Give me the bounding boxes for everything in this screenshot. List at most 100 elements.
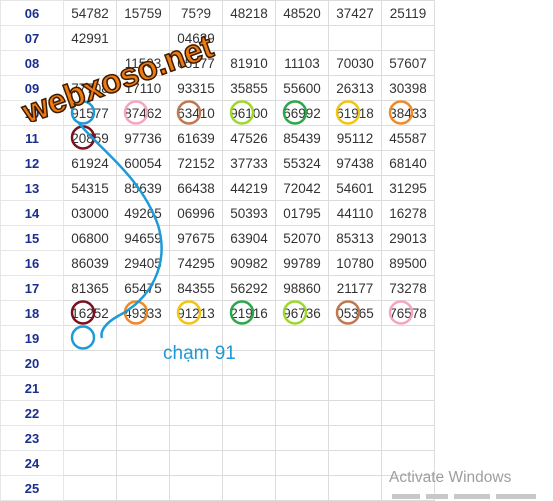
result-cell[interactable] — [275, 425, 329, 451]
result-cell[interactable]: 77708 — [63, 75, 117, 101]
result-cell[interactable]: 76578 — [381, 300, 435, 326]
result-cell[interactable] — [63, 50, 117, 76]
result-cell[interactable]: 54782 — [63, 0, 117, 26]
result-cell[interactable]: 81910 — [222, 50, 276, 76]
result-cell[interactable] — [63, 350, 117, 376]
result-cell[interactable]: 06996 — [169, 200, 223, 226]
result-cell[interactable]: 63904 — [222, 225, 276, 251]
result-cell[interactable]: 21177 — [328, 275, 382, 301]
result-cell[interactable]: 16278 — [381, 200, 435, 226]
result-cell[interactable]: 97438 — [328, 150, 382, 176]
result-cell[interactable] — [381, 425, 435, 451]
result-cell[interactable] — [116, 450, 170, 476]
result-cell[interactable]: 96736 — [275, 300, 329, 326]
result-cell[interactable] — [63, 450, 117, 476]
result-cell[interactable] — [275, 475, 329, 501]
result-cell[interactable]: 42991 — [63, 25, 117, 51]
result-cell[interactable]: 44110 — [328, 200, 382, 226]
result-cell[interactable]: 66438 — [169, 175, 223, 201]
result-cell[interactable]: 97675 — [169, 225, 223, 251]
result-cell[interactable] — [328, 325, 382, 351]
result-cell[interactable]: 98860 — [275, 275, 329, 301]
result-cell[interactable] — [116, 400, 170, 426]
result-cell[interactable] — [328, 425, 382, 451]
result-cell[interactable]: 38433 — [381, 100, 435, 126]
result-cell[interactable] — [222, 450, 276, 476]
result-cell[interactable]: 11503 — [116, 50, 170, 76]
result-cell[interactable]: 81365 — [63, 275, 117, 301]
result-cell[interactable] — [328, 450, 382, 476]
result-cell[interactable] — [328, 25, 382, 51]
result-cell[interactable] — [169, 450, 223, 476]
result-cell[interactable] — [275, 375, 329, 401]
result-cell[interactable]: 25119 — [381, 0, 435, 26]
result-cell[interactable]: 93315 — [169, 75, 223, 101]
result-cell[interactable]: 75?9 — [169, 0, 223, 26]
result-cell[interactable] — [328, 375, 382, 401]
result-cell[interactable] — [169, 425, 223, 451]
result-cell[interactable] — [63, 375, 117, 401]
result-cell[interactable]: 35855 — [222, 75, 276, 101]
result-cell[interactable]: 95112 — [328, 125, 382, 151]
result-cell[interactable]: 86039 — [63, 250, 117, 276]
result-cell[interactable] — [222, 425, 276, 451]
result-cell[interactable] — [116, 350, 170, 376]
result-cell[interactable]: 26313 — [328, 75, 382, 101]
result-cell[interactable]: 55324 — [275, 150, 329, 176]
result-cell[interactable]: 15759 — [116, 0, 170, 26]
result-cell[interactable]: 94659 — [116, 225, 170, 251]
result-cell[interactable] — [275, 325, 329, 351]
result-cell[interactable]: 91577 — [63, 100, 117, 126]
result-cell[interactable]: 70030 — [328, 50, 382, 76]
result-cell[interactable]: 30398 — [381, 75, 435, 101]
result-cell[interactable]: 17110 — [116, 75, 170, 101]
result-cell[interactable]: 87462 — [116, 100, 170, 126]
result-cell[interactable]: 61924 — [63, 150, 117, 176]
result-cell[interactable]: 50393 — [222, 200, 276, 226]
result-cell[interactable] — [381, 25, 435, 51]
result-cell[interactable]: 10780 — [328, 250, 382, 276]
result-cell[interactable] — [381, 375, 435, 401]
result-cell[interactable]: 37427 — [328, 0, 382, 26]
result-cell[interactable]: 31295 — [381, 175, 435, 201]
result-cell[interactable] — [63, 425, 117, 451]
result-cell[interactable]: 72152 — [169, 150, 223, 176]
result-cell[interactable] — [63, 400, 117, 426]
result-cell[interactable]: 91213 — [169, 300, 223, 326]
result-cell[interactable]: 63410 — [169, 100, 223, 126]
result-cell[interactable] — [381, 325, 435, 351]
result-cell[interactable]: 99789 — [275, 250, 329, 276]
result-cell[interactable]: 16252 — [63, 300, 117, 326]
result-cell[interactable] — [116, 425, 170, 451]
result-cell[interactable]: 37733 — [222, 150, 276, 176]
result-cell[interactable] — [381, 350, 435, 376]
result-cell[interactable]: 68140 — [381, 150, 435, 176]
result-cell[interactable] — [222, 375, 276, 401]
result-cell[interactable] — [275, 400, 329, 426]
result-cell[interactable]: 57607 — [381, 50, 435, 76]
result-cell[interactable]: 05177 — [169, 50, 223, 76]
result-cell[interactable]: 55600 — [275, 75, 329, 101]
result-cell[interactable]: 49265 — [116, 200, 170, 226]
result-cell[interactable] — [116, 25, 170, 51]
result-cell[interactable]: 85313 — [328, 225, 382, 251]
result-cell[interactable]: 04629 — [169, 25, 223, 51]
result-cell[interactable]: 45587 — [381, 125, 435, 151]
result-cell[interactable]: 61918 — [328, 100, 382, 126]
result-cell[interactable]: 01795 — [275, 200, 329, 226]
result-cell[interactable]: 66992 — [275, 100, 329, 126]
result-cell[interactable]: 06800 — [63, 225, 117, 251]
result-cell[interactable] — [169, 475, 223, 501]
result-cell[interactable]: 73278 — [381, 275, 435, 301]
result-cell[interactable]: 47526 — [222, 125, 276, 151]
result-cell[interactable] — [275, 25, 329, 51]
result-cell[interactable] — [328, 475, 382, 501]
result-cell[interactable] — [275, 350, 329, 376]
result-cell[interactable]: 49333 — [116, 300, 170, 326]
result-cell[interactable]: 89500 — [381, 250, 435, 276]
result-cell[interactable]: 56292 — [222, 275, 276, 301]
result-cell[interactable]: 72042 — [275, 175, 329, 201]
result-cell[interactable]: 96100 — [222, 100, 276, 126]
result-cell[interactable]: 29013 — [381, 225, 435, 251]
result-cell[interactable] — [116, 375, 170, 401]
